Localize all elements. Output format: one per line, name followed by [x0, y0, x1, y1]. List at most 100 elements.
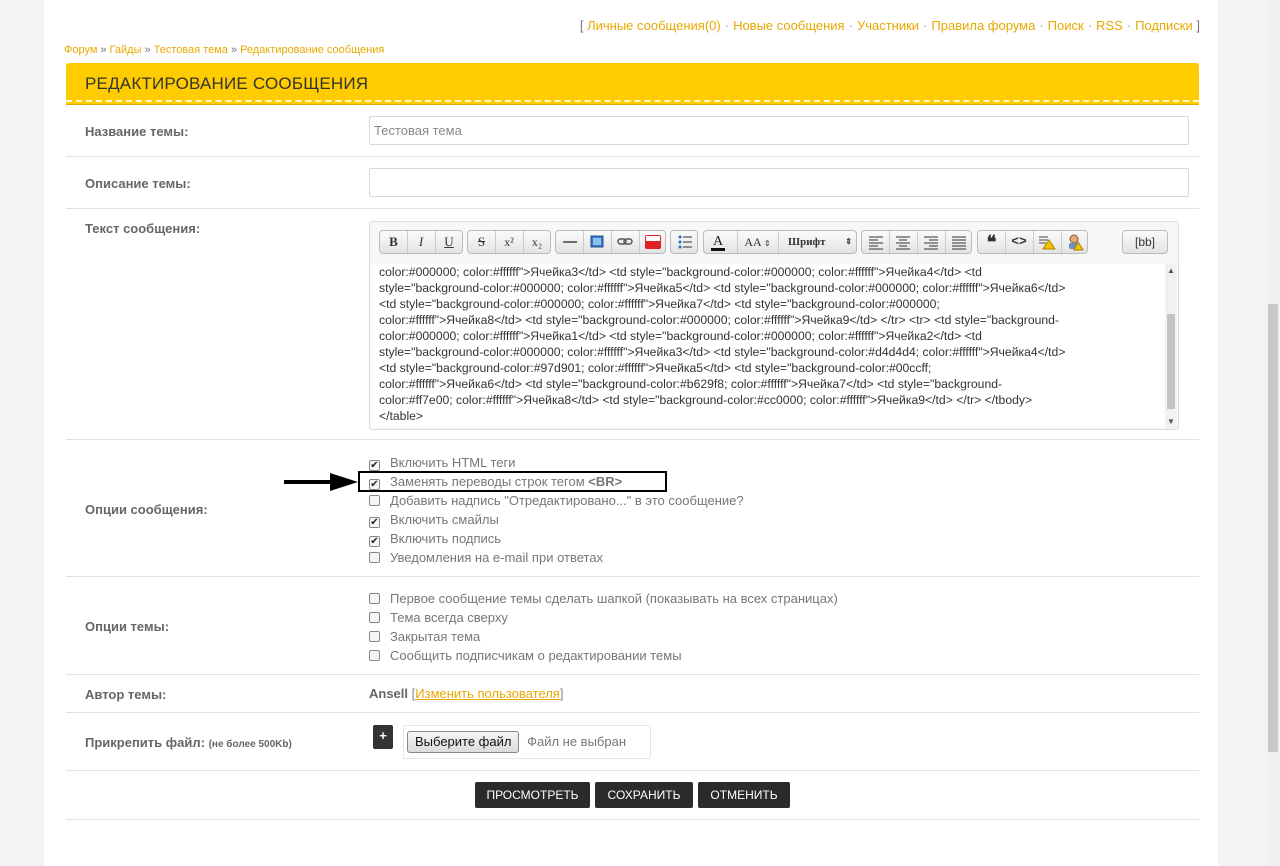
separator: ·: [923, 18, 928, 33]
breadcrumb-separator: »: [144, 44, 151, 56]
option-signature[interactable]: ✔ Включить подпись: [369, 531, 501, 550]
svg-text:A: A: [713, 234, 724, 249]
bracket-close: ]: [1196, 18, 1200, 33]
row-message: Текст сообщения: B I U S x² x₂ A AA ⇕ Шр…: [66, 209, 1199, 440]
quote-icon[interactable]: ❝: [978, 231, 1005, 255]
font-size-select[interactable]: AA ⇕: [737, 231, 777, 255]
code-icon[interactable]: <>: [1005, 231, 1032, 255]
option-notify-subscribers[interactable]: Сообщить подписчикам о редактировании те…: [369, 648, 682, 667]
bbcode-toggle-button[interactable]: [bb]: [1122, 230, 1168, 254]
align-left-icon[interactable]: [862, 231, 889, 255]
bracket-close: ]: [559, 686, 564, 701]
hr-icon[interactable]: [556, 231, 583, 255]
image-icon[interactable]: [583, 231, 610, 255]
option-edited-note[interactable]: Добавить надпись "Отредактировано..." в …: [369, 493, 744, 512]
toolbar-group-format: B I U: [379, 230, 463, 255]
textarea-scroll-thumb[interactable]: [1167, 314, 1175, 409]
link-new-messages[interactable]: Новые сообщения: [733, 18, 845, 33]
checkbox[interactable]: [369, 495, 380, 506]
align-right-icon[interactable]: [917, 231, 944, 255]
link-rules[interactable]: Правила форума: [931, 18, 1035, 33]
youtube-icon[interactable]: [639, 231, 666, 255]
toolbar-group-insert: [555, 230, 666, 255]
message-textarea[interactable]: color:#000000; color:#ffffff">Ячейка3</t…: [371, 264, 1165, 428]
hide-user-icon[interactable]: [1061, 231, 1088, 255]
separator: ·: [1126, 18, 1132, 33]
topic-description-input[interactable]: [369, 168, 1189, 197]
separator: ·: [1039, 18, 1044, 33]
checkbox[interactable]: [369, 631, 380, 642]
option-email-notify[interactable]: Уведомления на e-mail при ответах: [369, 550, 603, 569]
attach-note: (не более 500Kb): [208, 739, 292, 750]
link-search[interactable]: Поиск: [1048, 18, 1084, 33]
file-input: Выберите файл Файл не выбран: [403, 725, 651, 759]
spoiler-icon[interactable]: [1033, 231, 1060, 255]
add-file-button[interactable]: +: [373, 725, 393, 749]
checkbox-checked[interactable]: ✔: [369, 536, 380, 547]
checkbox[interactable]: [369, 650, 380, 661]
choose-file-button[interactable]: Выберите файл: [407, 731, 520, 753]
underline-button[interactable]: U: [435, 231, 462, 255]
checkbox-checked[interactable]: ✔: [369, 460, 380, 471]
link-members[interactable]: Участники: [857, 18, 919, 33]
breadcrumb-current[interactable]: Редактирование сообщения: [240, 44, 384, 56]
option-sticky[interactable]: Тема всегда сверху: [369, 610, 508, 629]
page-scroll-thumb[interactable]: [1268, 304, 1278, 752]
page-scrollbar[interactable]: [1266, 0, 1280, 866]
bracket-open: [: [579, 18, 584, 33]
align-justify-icon[interactable]: [945, 231, 972, 255]
list-icon[interactable]: [671, 231, 698, 255]
textarea-scrollbar[interactable]: ▲ ▼: [1165, 264, 1177, 428]
breadcrumb-guides[interactable]: Гайды: [110, 44, 142, 56]
strike-button[interactable]: S: [468, 231, 495, 255]
option-label: Включить HTML теги: [390, 455, 516, 470]
page-header: РЕДАКТИРОВАНИЕ СООБЩЕНИЯ: [66, 63, 1199, 104]
checkbox[interactable]: [369, 593, 380, 604]
top-links: [ Личные сообщения(0) · Новые сообщения · Уч…: [580, 18, 1200, 33]
author-value: Ansell [Изменить пользователя]: [369, 686, 563, 705]
font-family-label: Шрифт: [788, 236, 826, 248]
row-topic-name: Название темы: Тестовая тема: [66, 104, 1199, 157]
scroll-up-icon[interactable]: ▲: [1167, 266, 1175, 275]
option-label: Тема всегда сверху: [390, 610, 508, 625]
breadcrumb-forum[interactable]: Форум: [64, 44, 97, 56]
superscript-button[interactable]: x²: [495, 231, 522, 255]
link-icon[interactable]: [611, 231, 638, 255]
breadcrumb-topic[interactable]: Тестовая тема: [154, 44, 228, 56]
option-label: Сообщить подписчикам о редактировании те…: [390, 648, 682, 663]
change-user-link[interactable]: Изменить пользователя: [415, 686, 560, 701]
message-editor: B I U S x² x₂ A AA ⇕ Шрифт ⇕ ❝ <> [bb] c…: [369, 221, 1179, 430]
scroll-down-icon[interactable]: ▼: [1167, 417, 1175, 426]
link-private-messages[interactable]: Личные сообщения(0): [587, 18, 721, 33]
breadcrumb-separator: »: [230, 44, 238, 56]
option-label: Включить смайлы: [390, 512, 499, 527]
toolbar-group-misc: ❝ <>: [977, 230, 1088, 255]
updown-icon: ⇕: [845, 237, 852, 246]
topic-name-input[interactable]: Тестовая тема: [369, 116, 1189, 145]
option-label: Уведомления на e-mail при ответах: [390, 550, 604, 565]
option-label: Включить подпись: [390, 531, 502, 546]
checkbox-checked[interactable]: ✔: [369, 517, 380, 528]
font-family-select[interactable]: Шрифт ⇕: [778, 231, 858, 255]
option-smilies[interactable]: ✔ Включить смайлы: [369, 512, 499, 531]
italic-button[interactable]: I: [407, 231, 434, 255]
author-label: Автор темы:: [85, 687, 167, 702]
bold-button[interactable]: B: [380, 231, 407, 255]
breadcrumb-separator: »: [100, 44, 107, 56]
link-subscriptions[interactable]: Подписки: [1135, 18, 1193, 33]
topic-options-label: Опции темы:: [85, 619, 170, 634]
row-topic-options: Опции темы: Первое сообщение темы сделат…: [66, 577, 1199, 675]
font-color-icon[interactable]: A: [704, 231, 731, 255]
checkbox[interactable]: [369, 552, 380, 563]
toolbar-group-script: S x² x₂: [467, 230, 551, 255]
message-options-label: Опции сообщения:: [85, 502, 208, 517]
option-closed[interactable]: Закрытая тема: [369, 629, 480, 648]
toolbar-group-align: [861, 230, 972, 255]
option-label: Закрытая тема: [390, 629, 481, 644]
checkbox[interactable]: [369, 612, 380, 623]
subscript-button[interactable]: x₂: [523, 231, 550, 255]
toolbar-group-list: [670, 230, 698, 254]
link-rss[interactable]: RSS: [1096, 18, 1123, 33]
align-center-icon[interactable]: [889, 231, 916, 255]
option-pin-first-post[interactable]: Первое сообщение темы сделать шапкой (по…: [369, 591, 838, 610]
